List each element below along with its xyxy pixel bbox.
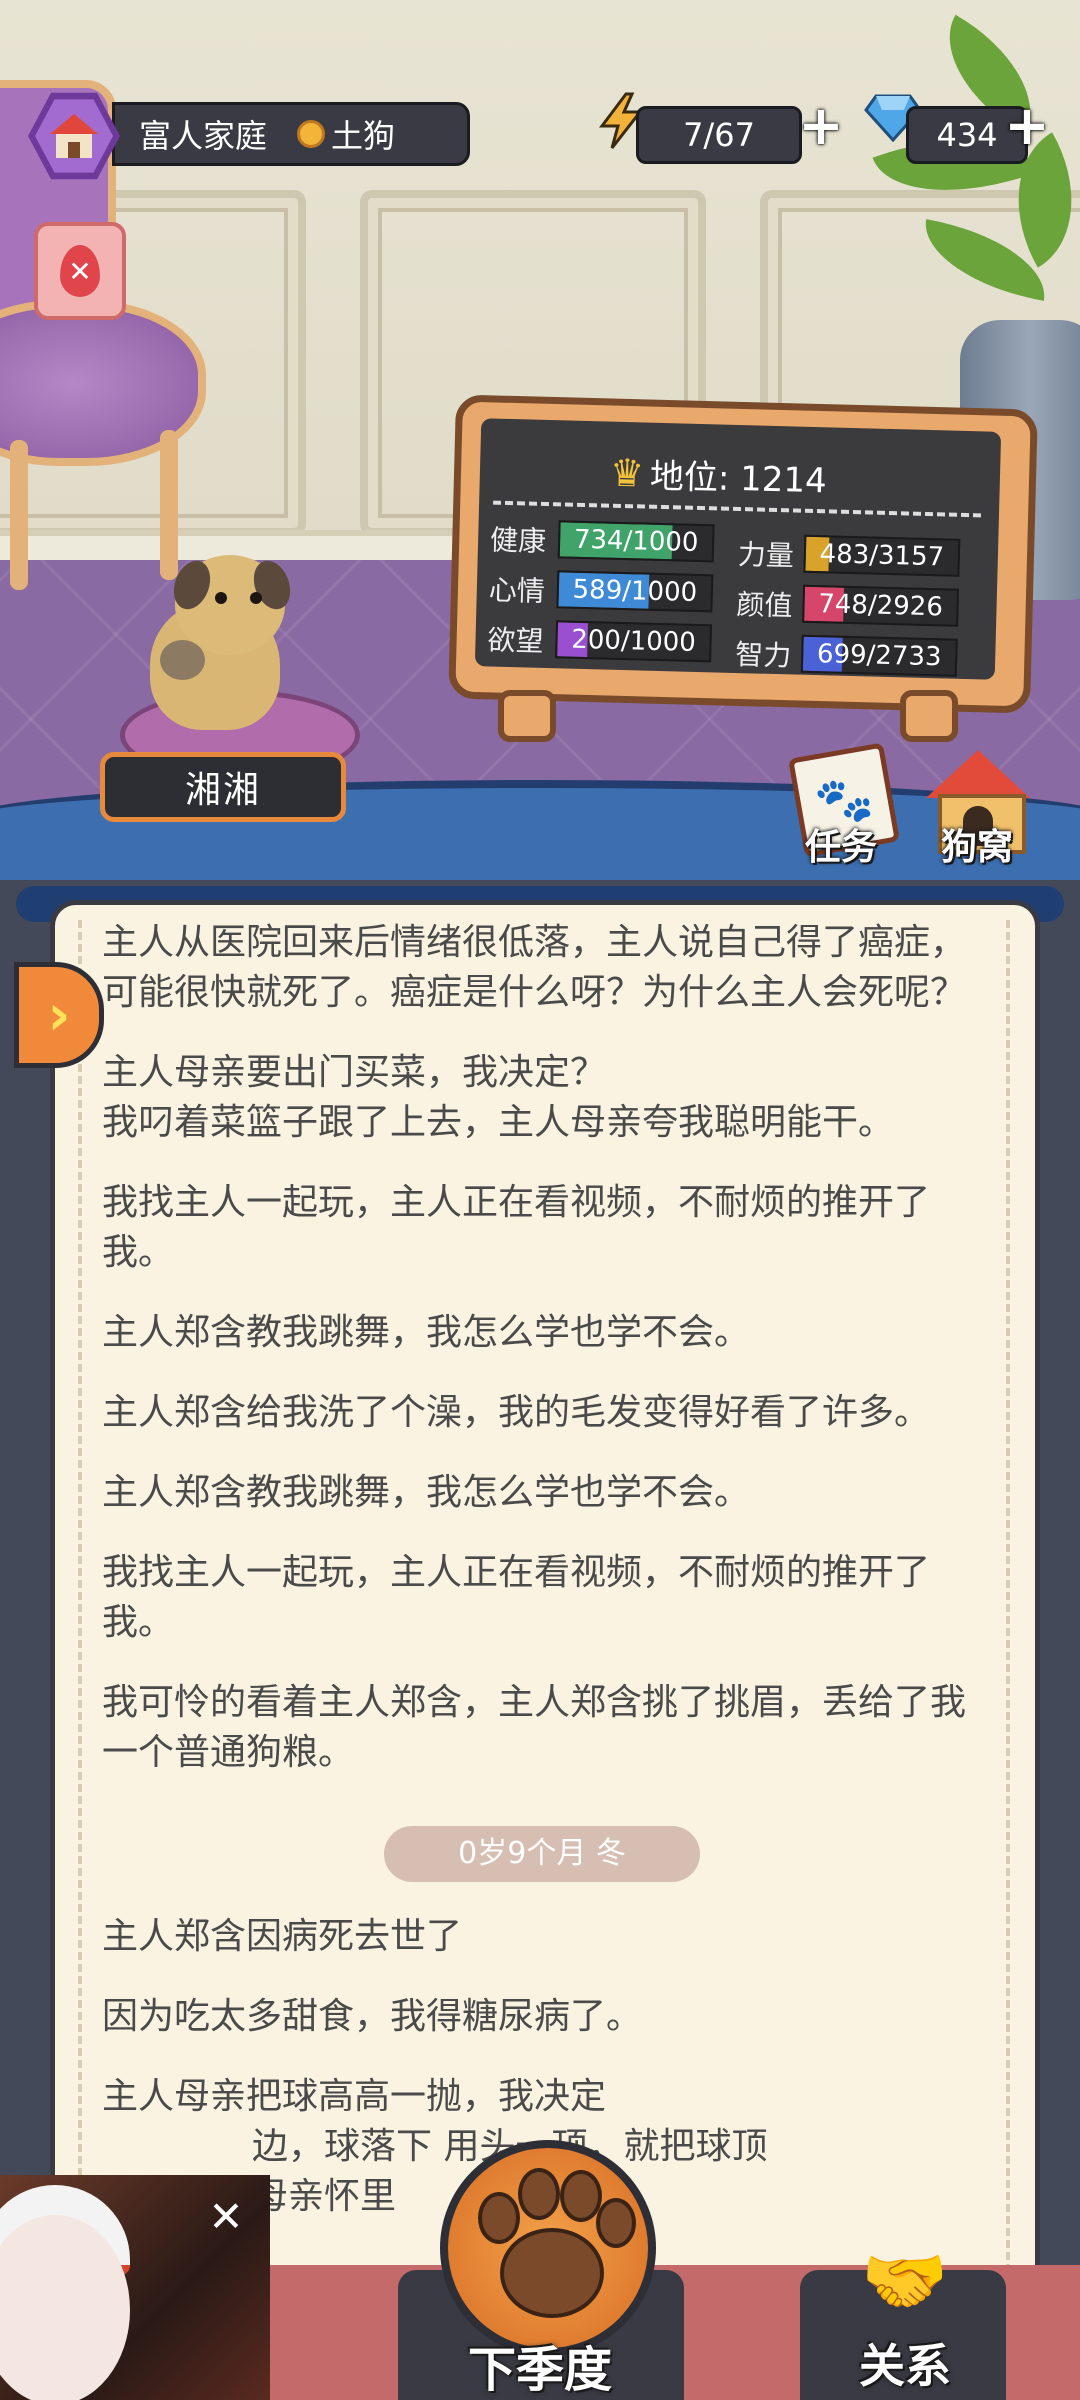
paw-toe [560, 2170, 602, 2222]
stat-value-health: 734/1000 [573, 524, 699, 558]
event-log-text: 主人从医院回来后情绪很低落，主人说自己得了癌症，可能很快就死了。癌症是什么呀？为… [102, 918, 982, 2222]
chair-leg [10, 440, 28, 590]
stat-bar-looks: 748/2926 [802, 584, 960, 627]
log-entry: 主人郑含给我洗了个澡，我的毛发变得好看了许多。 [102, 1392, 931, 1433]
tasks-button[interactable]: 🐾 任务 [776, 742, 906, 870]
stat-label-strength: 力量 [737, 538, 795, 573]
paw-pad [500, 2228, 604, 2318]
stat-value-looks: 748/2926 [817, 589, 944, 623]
board-leg [498, 690, 556, 742]
paw-icon[interactable] [440, 2140, 656, 2356]
pet-name-label[interactable]: 湘湘 [100, 752, 346, 822]
log-entry: 主人郑含教我跳舞，我怎么学也学不会。 [102, 1312, 751, 1353]
stat-bar-intellect: 699/2733 [800, 634, 958, 677]
chair-leg [160, 430, 178, 580]
kennel-button[interactable]: 狗窝 [912, 750, 1042, 870]
stat-value-mood: 589/1000 [572, 574, 698, 608]
close-icon[interactable]: ✕ [204, 2195, 248, 2239]
stat-value-strength: 483/3157 [819, 539, 945, 573]
paw-toe [596, 2198, 636, 2248]
stat-bar-mood: 589/1000 [556, 570, 714, 613]
house-icon [50, 114, 98, 158]
paw-toe [478, 2192, 520, 2244]
chevron-right-icon[interactable]: › [14, 962, 104, 1068]
stat-bar-strength: 483/3157 [803, 534, 961, 577]
divider [493, 500, 986, 518]
tasks-label: 任务 [804, 827, 877, 868]
stat-bar-health: 734/1000 [557, 520, 715, 563]
paper-border [1006, 920, 1010, 2380]
log-entry: 主人郑含教我跳舞，我怎么学也学不会。 [102, 1472, 751, 1513]
plus-icon[interactable]: + [798, 99, 844, 153]
log-entry: 因为吃太多甜食，我得糖尿病了。 [102, 1996, 643, 2037]
rank-label: 地位: 1214 [649, 456, 828, 502]
rank-title: 土狗 [331, 117, 396, 155]
plus-icon[interactable]: + [1004, 99, 1050, 153]
status-board[interactable]: ♛ 地位: 1214 健康 734/1000 力量 483/3157 心情 58… [474, 418, 1002, 680]
blood-drop-icon: ✕ [60, 245, 100, 297]
energy-counter: 7/67 [636, 106, 802, 164]
log-entry: 主人郑含因病死去世了 [102, 1916, 463, 1957]
stat-value-intellect: 699/2733 [816, 639, 942, 673]
family-status-pill[interactable]: 富人家庭 土狗 [112, 102, 470, 166]
stat-label-looks: 颜值 [736, 587, 793, 623]
crown-icon: ♛ [609, 450, 645, 496]
relations-button[interactable]: 关系 [820, 2330, 990, 2396]
blood-button[interactable]: ✕ [34, 222, 126, 320]
stat-bar-desire: 200/1000 [555, 620, 713, 663]
handshake-icon: 🤝 [861, 2240, 949, 2322]
paper-border [78, 920, 82, 2380]
log-entry: 我叼着菜篮子跟了上去，主人母亲夸我聪明能干。 [102, 1102, 895, 1143]
stat-label-mood: 心情 [488, 573, 546, 608]
log-entry: 我找主人一起玩，主人正在看视频，不耐烦的推开了我。 [102, 1182, 931, 1273]
rank: ♛ 地位: 1214 [609, 448, 827, 503]
paw-toe [518, 2168, 560, 2220]
log-entry: 主人母亲把球高高一抛，我决定 [102, 2076, 607, 2117]
log-entry: 主人从医院回来后情绪很低落，主人说自己得了癌症，可能很快就死了。癌症是什么呀？为… [102, 922, 967, 1013]
family-type: 富人家庭 [139, 117, 268, 155]
log-entry: 我可怜的看着主人郑含，主人郑含挑了挑眉，丢给了我一个普通狗粮。 [102, 1682, 967, 1773]
log-entry: 我找主人一起玩，主人正在看视频，不耐烦的推开了我。 [102, 1552, 931, 1643]
stat-label-health: 健康 [489, 523, 547, 558]
board-leg [900, 690, 958, 742]
season-divider: 0岁9个月 冬 [384, 1826, 700, 1882]
dog-eye [215, 592, 227, 604]
stat-label-intellect: 智力 [734, 637, 792, 673]
kennel-label: 狗窝 [940, 827, 1013, 868]
next-season-button[interactable]: 下季度 [430, 2330, 650, 2400]
stat-label-desire: 欲望 [487, 623, 544, 658]
dog-eye [250, 592, 262, 604]
stat-value-desire: 200/1000 [570, 624, 697, 658]
log-entry: 主人母亲要出门买菜，我决定？ [102, 1052, 607, 1093]
medal-icon [297, 120, 326, 148]
